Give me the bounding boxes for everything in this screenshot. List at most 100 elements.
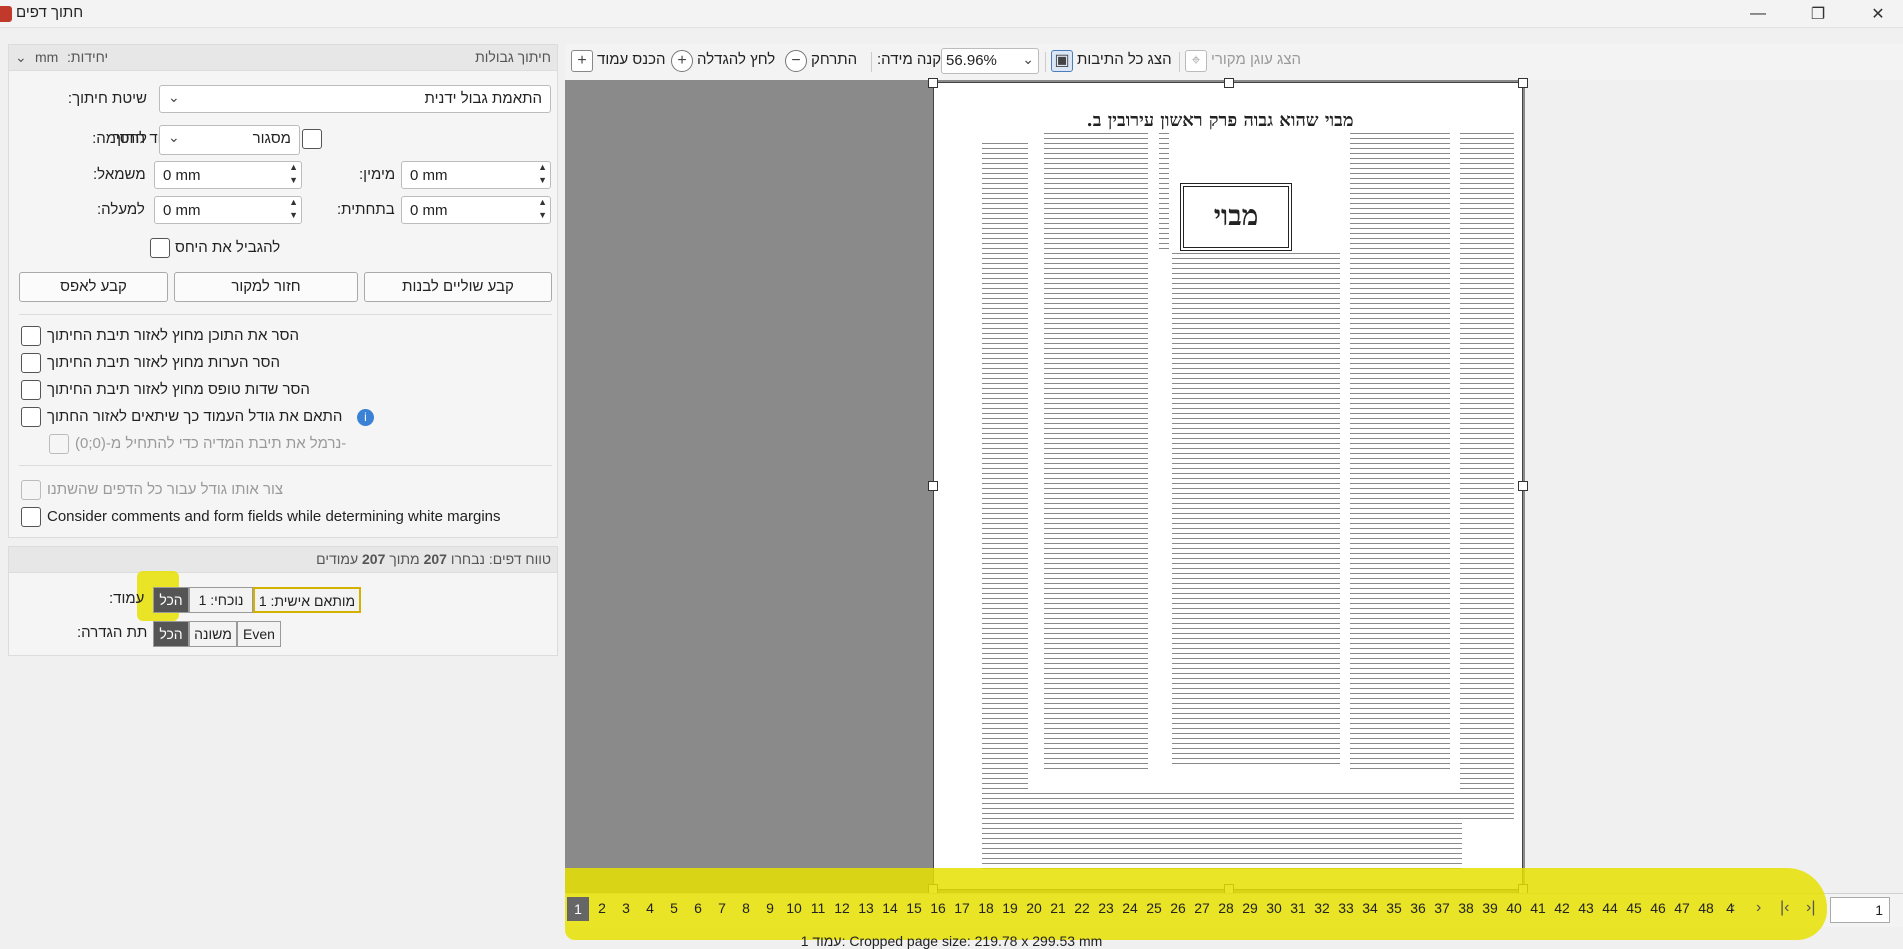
revert-button[interactable]: חזור למקור [174, 272, 358, 302]
page-tab[interactable]: 21 [1047, 900, 1069, 916]
crop-box-select[interactable]: ⌄ מסגור [159, 125, 300, 155]
spin-up-icon[interactable]: ▲ [289, 197, 298, 207]
right-margin-input[interactable]: 0 mm ▲ ▼ [401, 161, 551, 189]
bottom-margin-input[interactable]: 0 mm ▲ ▼ [401, 196, 551, 224]
page-tab[interactable]: 36 [1407, 900, 1429, 916]
page-tab[interactable]: 23 [1095, 900, 1117, 916]
page-size-checkbox[interactable] [302, 129, 322, 149]
page-tab[interactable]: 46 [1647, 900, 1669, 916]
crop-handle[interactable] [1518, 481, 1528, 491]
remove-content-checkbox[interactable] [21, 326, 41, 346]
page-tab[interactable]: 30 [1263, 900, 1285, 916]
subset-all-button[interactable]: הכל [153, 621, 189, 647]
page-tab[interactable]: 24 [1119, 900, 1141, 916]
subset-odd-button[interactable]: משונה [189, 621, 237, 647]
page-tab[interactable]: 33 [1335, 900, 1357, 916]
spin-down-icon[interactable]: ▼ [289, 210, 298, 220]
page-tab[interactable]: 39 [1479, 900, 1501, 916]
spin-up-icon[interactable]: ▲ [538, 197, 547, 207]
spin-down-icon[interactable]: ▼ [538, 210, 547, 220]
page-tab[interactable]: 38 [1455, 900, 1477, 916]
page-tab[interactable]: 2 [591, 900, 613, 916]
show-boxes-icon[interactable]: ▣ [1051, 50, 1073, 72]
page-tab[interactable]: 27 [1191, 900, 1213, 916]
page-tab[interactable]: 44 [1599, 900, 1621, 916]
same-size-checkbox[interactable] [21, 480, 41, 500]
crop-handle[interactable] [1224, 78, 1234, 88]
crop-handle[interactable] [928, 78, 938, 88]
page-tab[interactable]: 40 [1503, 900, 1525, 916]
top-margin-input[interactable]: 0 mm ▲ ▼ [154, 196, 302, 224]
page-tab[interactable]: 42 [1551, 900, 1573, 916]
maximize-icon[interactable]: ❐ [1795, 0, 1841, 28]
prev-page-icon[interactable]: ‹ [1730, 899, 1735, 917]
page-tab[interactable]: 29 [1239, 900, 1261, 916]
page-custom-button[interactable]: מותאם אישית: 1 [253, 587, 361, 613]
page-tab[interactable]: 5 [663, 900, 685, 916]
page-tab[interactable]: 4 [639, 900, 661, 916]
page-tab[interactable]: 41 [1527, 900, 1549, 916]
page-tab[interactable]: 25 [1143, 900, 1165, 916]
original-anchor-icon[interactable]: ⌖ [1185, 50, 1207, 72]
insert-page-button[interactable]: הכנס עמוד [597, 51, 665, 68]
consider-comments-checkbox[interactable] [21, 507, 41, 527]
next-page-icon[interactable]: › [1756, 899, 1761, 917]
set-zero-button[interactable]: קבע לאפס [19, 272, 168, 302]
page-tab[interactable]: 45 [1623, 900, 1645, 916]
zoom-in-button[interactable]: לחץ להגדלה [697, 51, 775, 68]
close-icon[interactable]: ✕ [1855, 0, 1901, 28]
crop-method-select[interactable]: ⌄ התאמת גבול ידנית [159, 85, 551, 113]
page-tab[interactable]: 31 [1287, 900, 1309, 916]
page-tab[interactable]: 7 [711, 900, 733, 916]
page-tab[interactable]: 10 [783, 900, 805, 916]
spin-up-icon[interactable]: ▲ [538, 162, 547, 172]
remove-comments-checkbox[interactable] [21, 353, 41, 373]
page-tab[interactable]: 43 [1575, 900, 1597, 916]
crop-handle[interactable] [928, 481, 938, 491]
info-icon[interactable]: i [357, 409, 374, 426]
page-current-button[interactable]: נוכחי: 1 [189, 587, 253, 613]
remove-fields-checkbox[interactable] [21, 380, 41, 400]
page-tab[interactable]: 19 [999, 900, 1021, 916]
page-tab[interactable]: 48 [1695, 900, 1717, 916]
minimize-icon[interactable]: ― [1735, 0, 1781, 28]
insert-page-icon[interactable]: + [571, 50, 593, 72]
constrain-checkbox[interactable] [150, 238, 170, 258]
page-tab[interactable]: 1 [567, 897, 589, 921]
page-tab[interactable]: 13 [855, 900, 877, 916]
zoom-select[interactable]: ⌄ 56.96% [941, 48, 1039, 74]
page-tab[interactable]: 37 [1431, 900, 1453, 916]
chevron-down-icon[interactable]: ⌄ [15, 49, 27, 66]
page-tab[interactable]: 32 [1311, 900, 1333, 916]
page-tab[interactable]: 15 [903, 900, 925, 916]
show-all-boxes-button[interactable]: הצג כל התיבות [1077, 51, 1172, 68]
page-tab[interactable]: 34 [1359, 900, 1381, 916]
page-tab[interactable]: 35 [1383, 900, 1405, 916]
first-page-icon[interactable]: |‹ [1780, 899, 1789, 917]
show-original-button[interactable]: הצג עוגן מקורי [1211, 51, 1301, 68]
spin-down-icon[interactable]: ▼ [289, 175, 298, 185]
page-tab[interactable]: 18 [975, 900, 997, 916]
left-margin-input[interactable]: 0 mm ▲ ▼ [154, 161, 302, 189]
normalize-checkbox[interactable] [49, 434, 69, 454]
spin-down-icon[interactable]: ▼ [538, 175, 547, 185]
page-tab[interactable]: 20 [1023, 900, 1045, 916]
page-tab[interactable]: 12 [831, 900, 853, 916]
page-tab[interactable]: 28 [1215, 900, 1237, 916]
set-white-margins-button[interactable]: קבע שוליים לבנות [364, 272, 552, 302]
page-tab[interactable]: 9 [759, 900, 781, 916]
fit-page-checkbox[interactable] [21, 407, 41, 427]
page-tab[interactable]: 22 [1071, 900, 1093, 916]
zoom-out-button[interactable]: התרחק [811, 51, 857, 68]
page-tab[interactable]: 16 [927, 900, 949, 916]
page-tab[interactable]: 26 [1167, 900, 1189, 916]
page-tab[interactable]: 17 [951, 900, 973, 916]
page-tab[interactable]: 3 [615, 900, 637, 916]
page-all-button[interactable]: הכל [153, 587, 189, 613]
page-tab[interactable]: 6 [687, 900, 709, 916]
crop-handle[interactable] [1518, 78, 1528, 88]
page-tab[interactable]: 8 [735, 900, 757, 916]
page-tab[interactable]: 11 [807, 900, 829, 916]
subset-even-button[interactable]: Even [237, 621, 281, 647]
zoom-in-icon[interactable]: + [671, 50, 693, 72]
